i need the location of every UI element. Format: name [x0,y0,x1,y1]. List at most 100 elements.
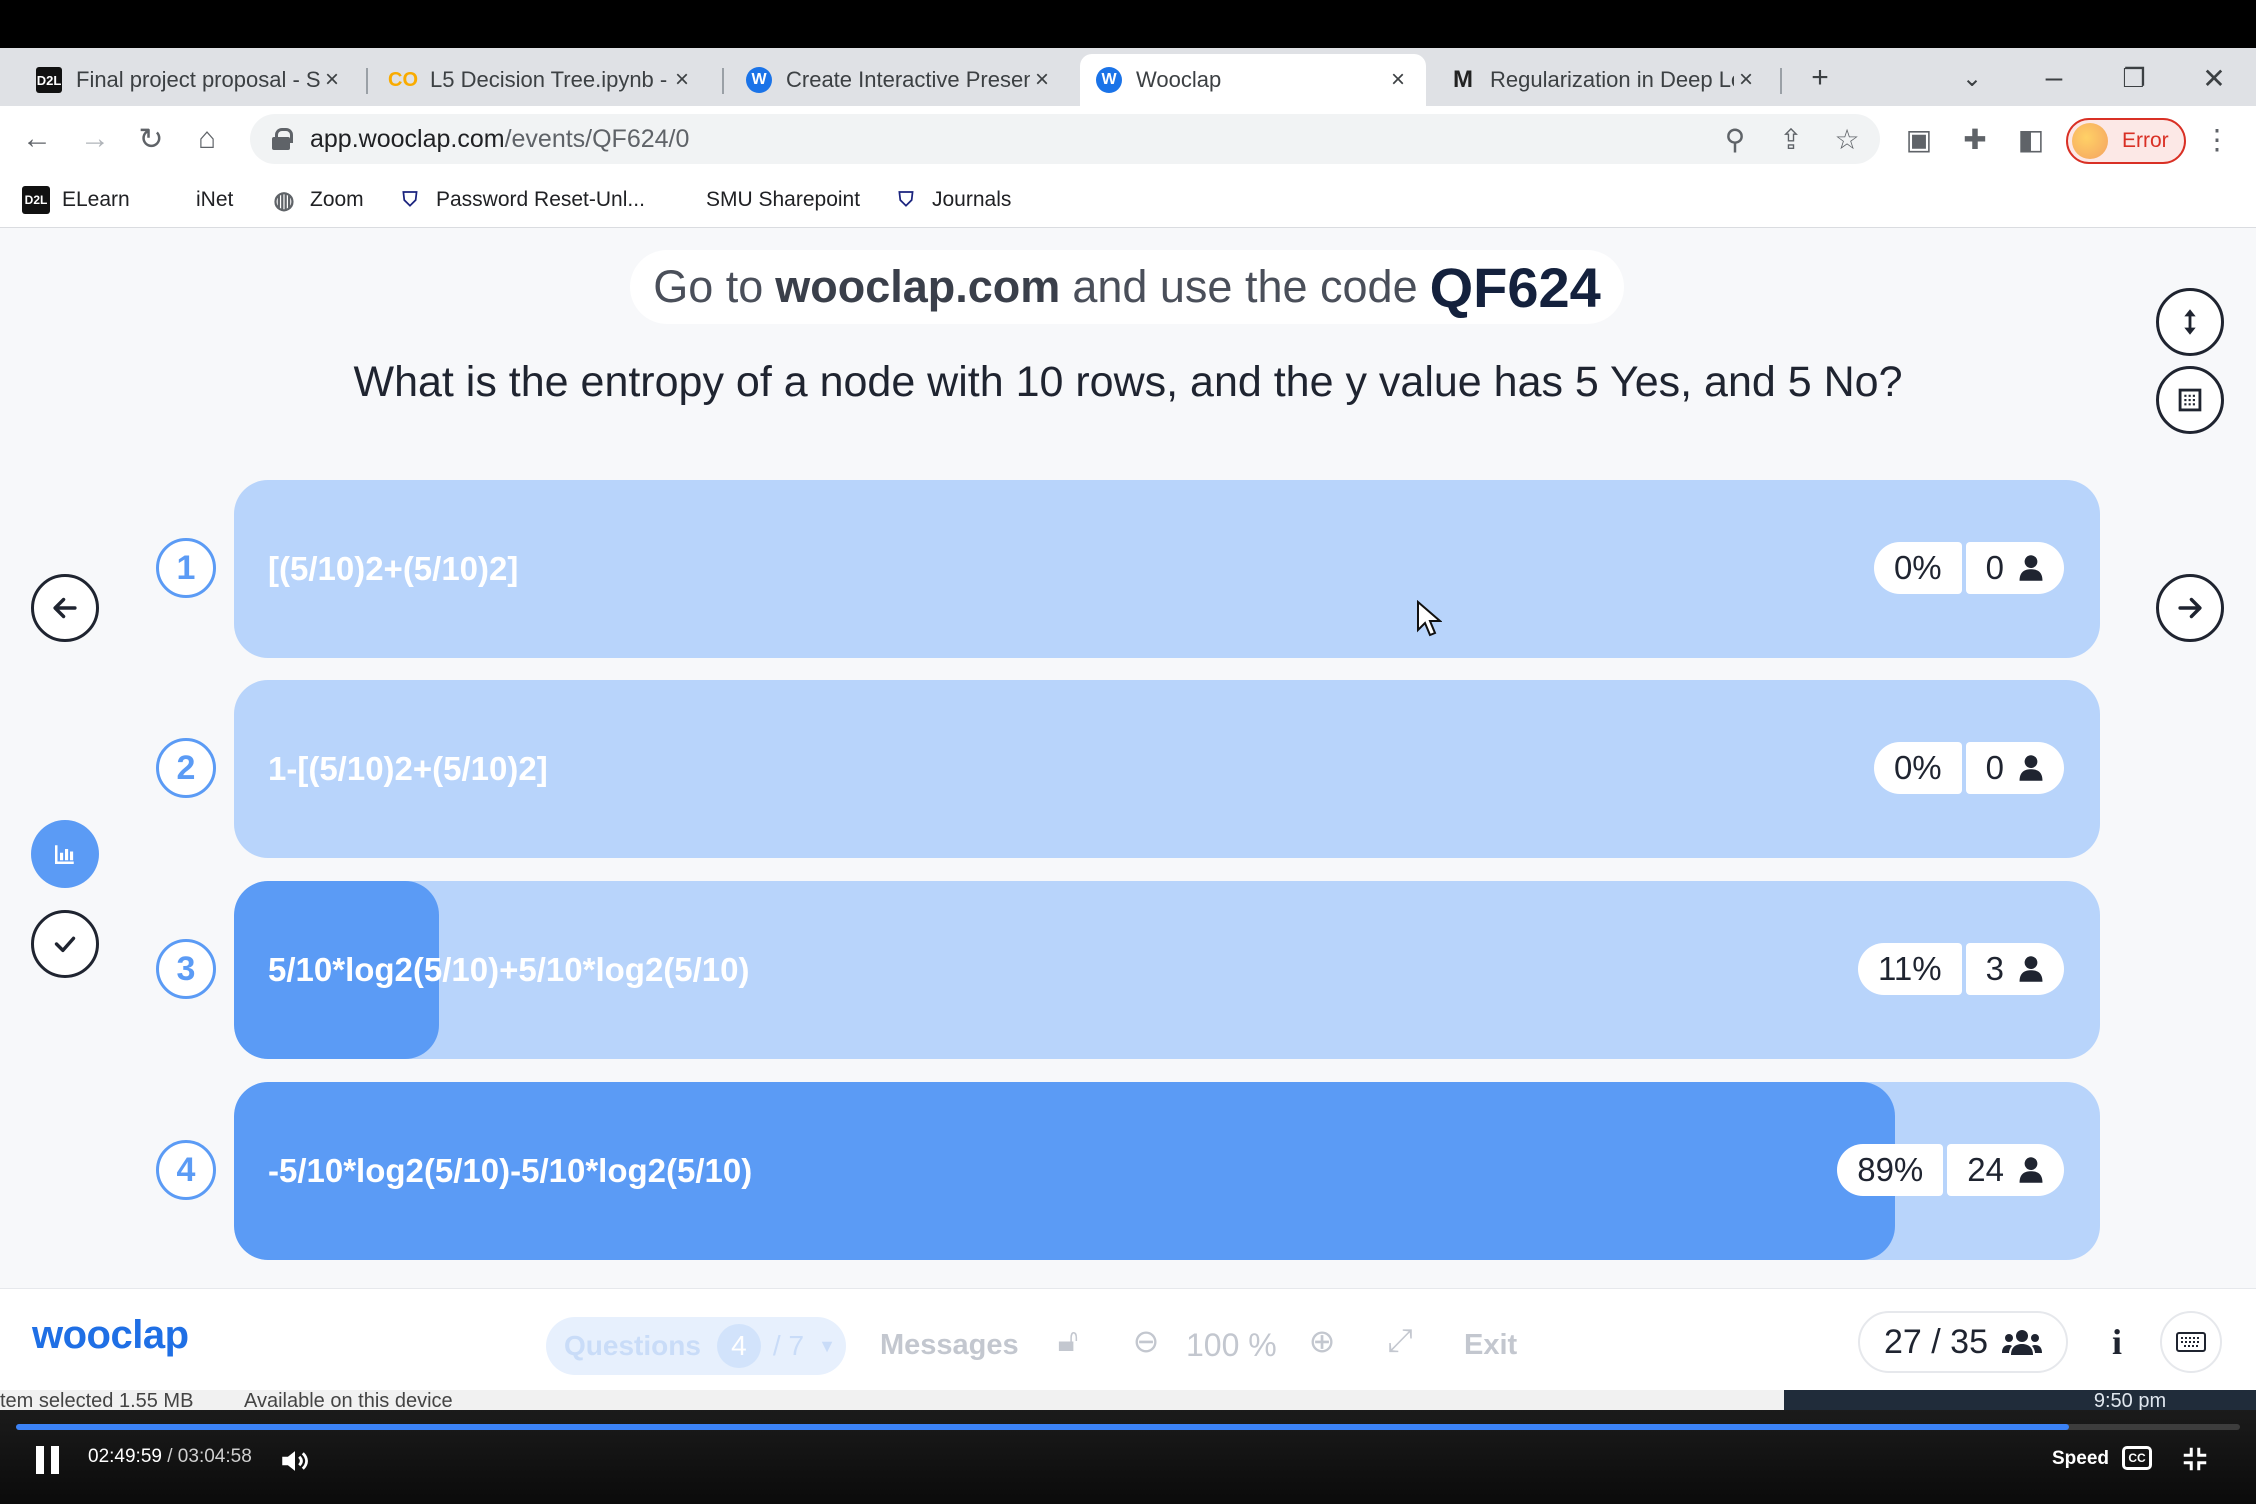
browser-tab-create-interactive[interactable]: W Create Interactive Present × [730,54,1070,106]
question-text: What is the entropy of a node with 10 ro… [353,358,1903,406]
browser-tab-wooclap[interactable]: W Wooclap × [1080,54,1426,106]
browser-tab-decision-tree[interactable]: CO L5 Decision Tree.ipynb - C × [374,54,710,106]
close-tab-icon[interactable]: × [1030,66,1054,94]
answer-percent: 0% [1873,742,1962,794]
close-tab-icon[interactable]: × [670,66,694,94]
person-icon [2019,956,2043,982]
close-window-icon[interactable]: ✕ [2192,56,2236,100]
messages-button[interactable]: Messages [880,1329,1019,1362]
questions-label: Questions [564,1330,701,1361]
answer-number-badge: 2 [156,738,216,798]
profile-button[interactable]: Error [2066,118,2186,164]
answer-vote-count: 24 [1947,1144,2064,1196]
answer-text: 5/10*log2(5/10)+5/10*log2(5/10) [268,951,750,988]
tab-search-chevron-icon[interactable]: ⌄ [1950,56,1994,100]
next-question-button[interactable] [2156,574,2224,642]
zoom-in-icon[interactable]: ⊕ [1300,1319,1344,1363]
join-instructions: Go to wooclap.com and use the code QF624 [630,250,1624,324]
qr-code-button[interactable] [2156,366,2224,434]
browser-tab-strip: D2L Final project proposal - Su × CO L5 … [0,48,2256,106]
volume-icon[interactable] [278,1444,312,1478]
answer-number-badge: 3 [156,939,216,999]
fullscreen-icon[interactable]: ⤢ [1378,1319,1422,1363]
keyboard-icon [2176,1332,2206,1352]
exit-button[interactable]: Exit [1464,1329,1517,1362]
zoom-icon[interactable]: ⚲ [1716,120,1754,158]
wooclap-control-bar: wooclap Questions 4 / 7 ▼ Messages 🔓︎ ⊖ … [0,1288,2256,1398]
chevron-down-icon: ▼ [818,1335,836,1356]
answer-vote-count: 0 [1965,542,2064,594]
bookmark-smu-sharepoint[interactable]: SMU Sharepoint [666,182,860,218]
extension-icon[interactable]: ▣ [1900,120,1938,158]
bookmark-label: Journals [932,188,1012,211]
browser-tab-final-project[interactable]: D2L Final project proposal - Su × [20,54,360,106]
vote-count-value: 24 [1967,1151,2004,1188]
arrow-right-icon [2178,597,2202,619]
video-progress-played [16,1424,2069,1430]
answer-stats: 89% 24 [1837,1144,2064,1196]
browser-tab-regularization[interactable]: M Regularization in Deep Le × [1434,54,1774,106]
forward-arrow-icon[interactable]: → [74,118,116,160]
answer-option[interactable]: 1-[(5/10)2+(5/10)2] 0% 0 [234,680,2100,858]
bookmark-inet[interactable]: iNet [156,182,233,218]
bookmark-zoom[interactable]: ◍ Zoom [270,182,364,218]
checkmark-icon [54,936,76,953]
bookmark-star-icon[interactable]: ☆ [1828,120,1866,158]
bookmark-label: iNet [196,188,234,211]
answer-stats: 0% 0 [1873,742,2064,794]
bookmark-elearn[interactable]: D2L ELearn [22,182,130,218]
previous-question-button[interactable] [31,574,99,642]
close-tab-icon[interactable]: × [1386,66,1410,94]
group-icon [2001,1330,2042,1355]
bookmark-label: SMU Sharepoint [706,188,861,211]
avatar [2072,123,2108,159]
smu-shield-icon: ⛉ [898,188,914,211]
tab-separator [366,68,368,94]
vote-count-value: 0 [1985,749,2004,786]
show-results-button[interactable] [31,820,99,888]
participants-value: 27 / 35 [1884,1322,1988,1361]
address-bar[interactable]: app.wooclap.com/events/QF624/0 [250,114,1880,164]
exit-fullscreen-icon[interactable] [2180,1444,2210,1474]
wooclap-presentation-stage: Go to wooclap.com and use the code QF624… [0,228,2256,1288]
join-prefix: Go to [653,261,764,312]
side-panel-icon[interactable]: ◧ [2012,120,2050,158]
captions-button[interactable]: CC [2122,1446,2152,1470]
close-tab-icon[interactable]: × [1734,66,1758,94]
show-correct-answer-button[interactable] [31,910,99,978]
more-menu-icon[interactable]: ⋮ [2198,120,2236,158]
back-arrow-icon[interactable]: ← [16,118,58,160]
bookmark-password-reset[interactable]: ⛉ Password Reset-Unl... [396,182,645,218]
pause-icon [36,1446,44,1474]
vertical-resize-button[interactable] [2156,288,2224,356]
pause-button[interactable] [36,1446,62,1474]
lock-icon[interactable]: 🔓︎ [1046,1319,1090,1363]
video-progress-bar[interactable] [16,1424,2240,1430]
zoom-out-icon[interactable]: ⊖ [1124,1319,1168,1363]
answer-option[interactable]: [(5/10)2+(5/10)2] 0% 0 [234,480,2100,658]
zoom-level: 100 % [1186,1327,1277,1363]
new-tab-icon[interactable]: + [1798,56,1842,100]
answer-option[interactable]: -5/10*log2(5/10)-5/10*log2(5/10) 89% 24 [234,1082,2100,1260]
minimize-window-icon[interactable]: – [2032,56,2076,100]
info-button[interactable]: i [2086,1311,2148,1373]
answer-option[interactable]: 5/10*log2(5/10)+5/10*log2(5/10) 11% 3 [234,881,2100,1059]
microsoft-icon [156,186,184,214]
home-icon[interactable]: ⌂ [186,118,228,160]
answer-percent: 0% [1873,542,1962,594]
restore-window-icon[interactable]: ❐ [2112,56,2156,100]
speed-button[interactable]: Speed [2052,1448,2109,1470]
share-icon[interactable]: ⇪ [1772,120,1810,158]
tab-title: Create Interactive Present [786,67,1030,92]
keyboard-shortcuts-button[interactable] [2160,1311,2222,1373]
wooclap-logo: wooclap [32,1313,189,1357]
tab-title: Wooclap [1136,67,1222,92]
bookmark-journals[interactable]: ⛉ Journals [892,182,1012,218]
url-path: /events/QF624/0 [504,124,690,153]
video-player-controls: 02:49:59 / 03:04:58 Speed CC [0,1410,2256,1504]
participants-count[interactable]: 27 / 35 [1858,1311,2068,1373]
questions-selector[interactable]: Questions 4 / 7 ▼ [546,1317,846,1375]
extensions-puzzle-icon[interactable]: ✚ [1956,120,1994,158]
reload-icon[interactable]: ↻ [130,118,172,160]
close-tab-icon[interactable]: × [320,66,344,94]
